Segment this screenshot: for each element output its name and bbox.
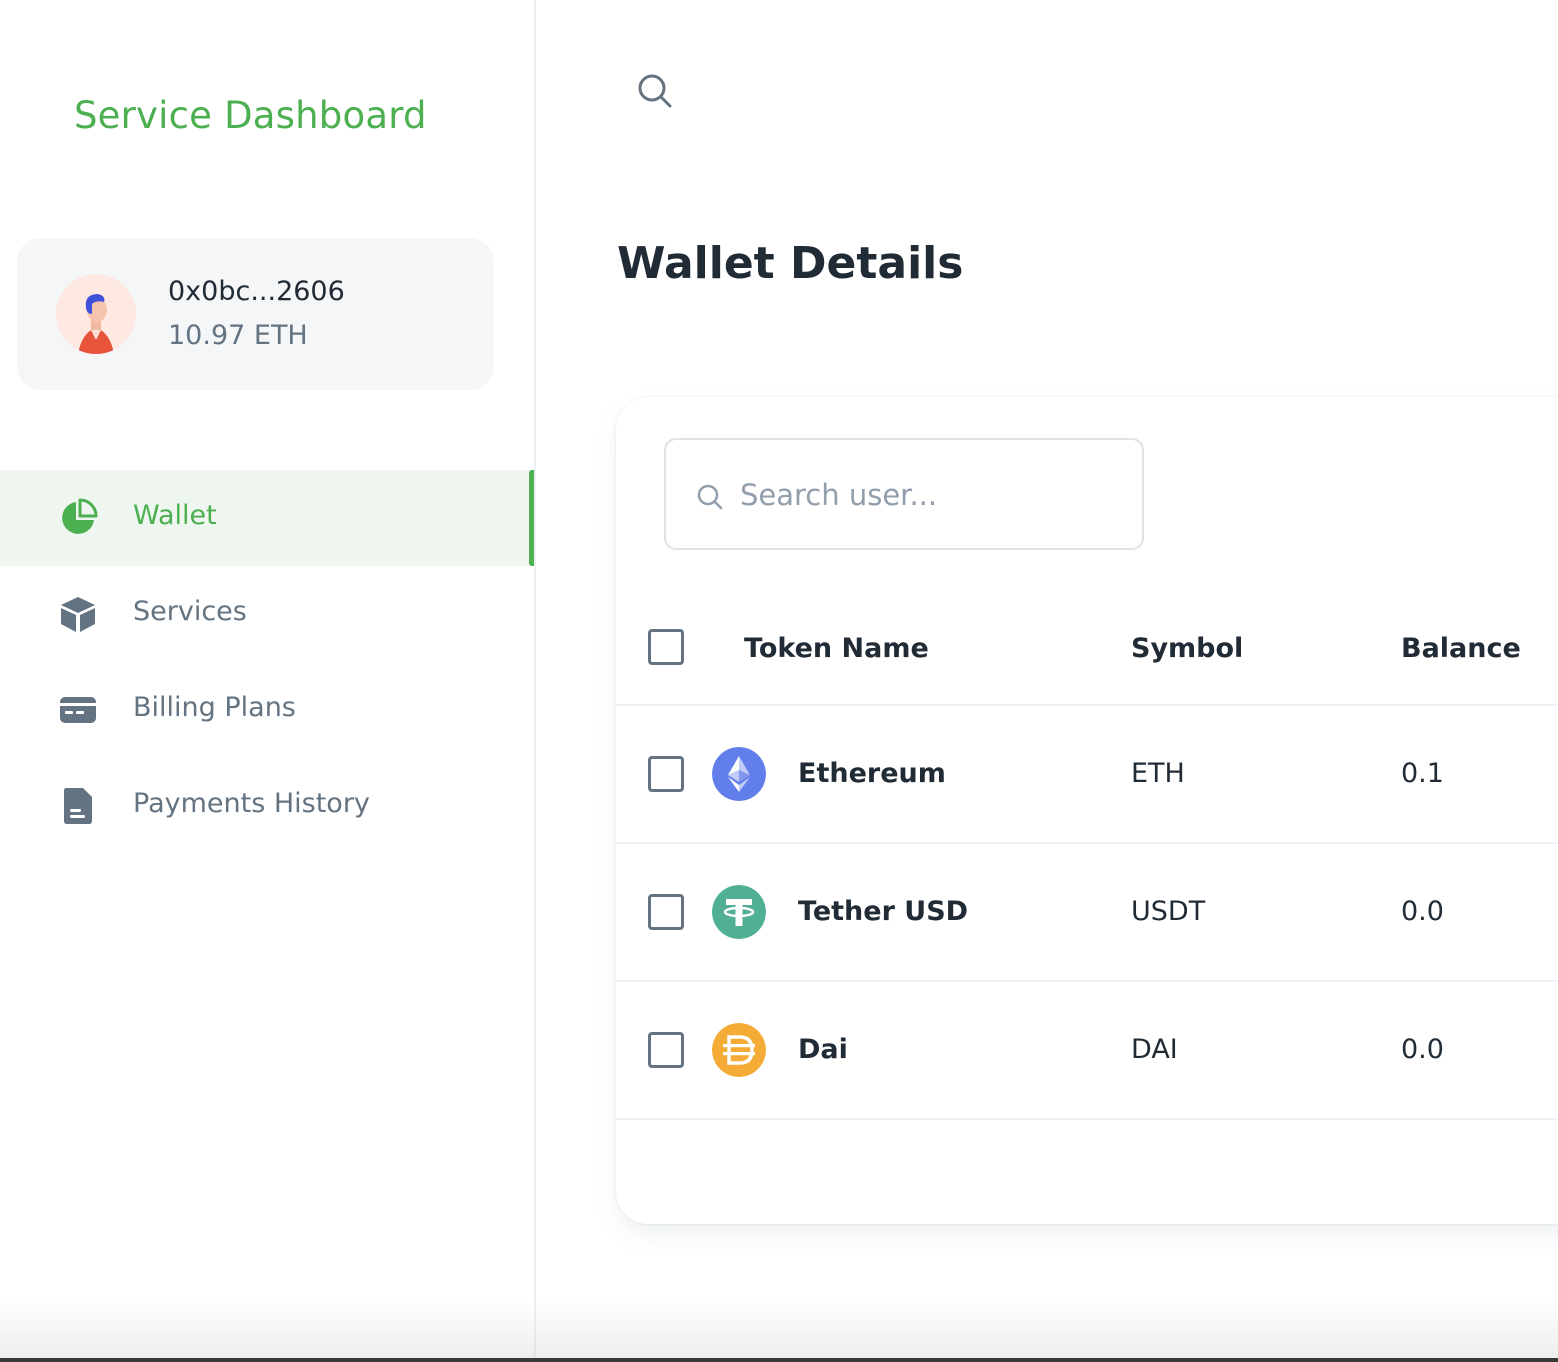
column-header-symbol[interactable]: Symbol xyxy=(1131,633,1243,664)
select-all-checkbox[interactable] xyxy=(648,629,684,665)
credit-card-icon xyxy=(60,697,96,723)
sidebar-item-services[interactable]: Services xyxy=(0,566,534,662)
ethereum-icon xyxy=(712,747,766,801)
sidebar-item-label: Billing Plans xyxy=(133,692,296,723)
account-card[interactable]: 0x0bc...2606 10.97 ETH xyxy=(17,238,494,390)
column-header-balance[interactable]: Balance xyxy=(1401,633,1521,664)
token-symbol: DAI xyxy=(1131,1034,1178,1065)
sidebar-item-payments-history[interactable]: Payments History xyxy=(0,758,534,854)
divider xyxy=(616,842,1558,844)
document-icon xyxy=(64,788,92,824)
cube-icon xyxy=(61,597,95,632)
window-bottom-shadow xyxy=(0,1300,1558,1362)
token-symbol: USDT xyxy=(1131,896,1206,927)
token-symbol: ETH xyxy=(1131,758,1185,789)
search-input[interactable] xyxy=(740,468,1120,522)
search-icon xyxy=(697,484,723,510)
sidebar-item-wallet[interactable]: Wallet xyxy=(0,470,534,566)
token-balance: 0.0 xyxy=(1401,896,1444,927)
wallet-table-card: Token Name Symbol Balance Ethereum ETH 0… xyxy=(616,397,1558,1224)
row-checkbox[interactable] xyxy=(648,1032,684,1068)
pie-chart-icon xyxy=(62,498,98,534)
tether-icon xyxy=(712,885,766,939)
sidebar-item-label: Wallet xyxy=(133,500,217,531)
token-name: Tether USD xyxy=(798,896,969,927)
divider xyxy=(616,704,1558,706)
divider xyxy=(616,980,1558,982)
wallet-balance: 10.97 ETH xyxy=(168,320,308,351)
dai-icon xyxy=(712,1023,766,1077)
token-balance: 0.0 xyxy=(1401,1034,1444,1065)
sidebar-item-billing-plans[interactable]: Billing Plans xyxy=(0,662,534,758)
window-bottom-edge xyxy=(0,1358,1558,1362)
token-name: Dai xyxy=(798,1034,848,1065)
row-checkbox[interactable] xyxy=(648,894,684,930)
token-balance: 0.1 xyxy=(1401,758,1444,789)
sidebar-item-label: Services xyxy=(133,596,247,627)
row-checkbox[interactable] xyxy=(648,756,684,792)
token-name: Ethereum xyxy=(798,758,946,789)
page-title: Wallet Details xyxy=(617,238,964,289)
search-icon[interactable] xyxy=(636,72,674,110)
sidebar: Service Dashboard 0x0bc...2606 10.97 ETH… xyxy=(0,0,536,1362)
wallet-address: 0x0bc...2606 xyxy=(168,276,345,307)
brand-title[interactable]: Service Dashboard xyxy=(74,94,427,137)
column-header-token-name[interactable]: Token Name xyxy=(744,633,929,664)
avatar xyxy=(56,274,136,354)
search-field[interactable] xyxy=(664,438,1144,550)
sidebar-item-label: Payments History xyxy=(133,788,370,819)
divider xyxy=(616,1118,1558,1120)
